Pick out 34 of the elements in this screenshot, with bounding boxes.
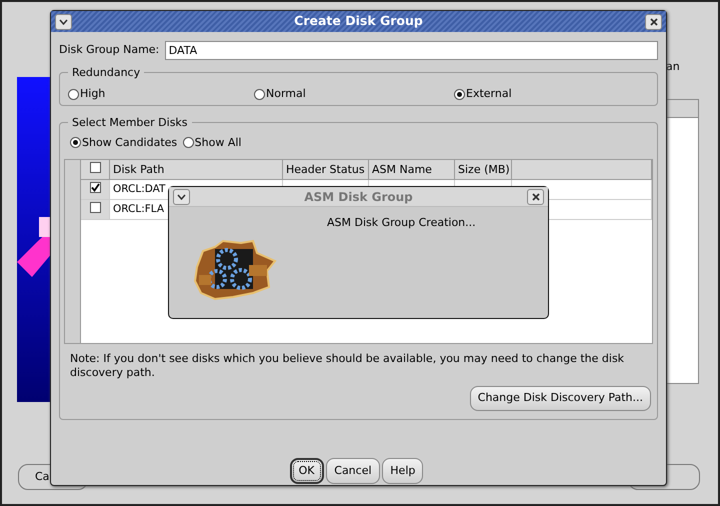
gears-icon — [193, 237, 277, 301]
radio-button[interactable] — [68, 88, 79, 100]
menu-icon[interactable] — [55, 14, 72, 30]
column-header[interactable]: Size (MB) — [455, 160, 512, 180]
field-label: Disk Group Name: — [59, 42, 160, 58]
radio-label[interactable]: External — [466, 86, 512, 102]
radio-button[interactable] — [254, 88, 265, 100]
dialog-button[interactable]: Help — [382, 458, 424, 484]
text-field[interactable]: DATA — [164, 41, 658, 60]
progress-message: ASM Disk Group Creation... — [327, 215, 476, 231]
radio-button[interactable] — [182, 137, 194, 148]
dialog-button[interactable]: OK — [290, 458, 324, 484]
close-icon[interactable] — [645, 14, 662, 30]
note-text: Note: If you don't see disks which you believe should be available, you may need to change the disk discovery path. — [70, 352, 626, 380]
column-header[interactable]: Header Status — [283, 160, 369, 180]
dialog-title: Create Disk Group — [293, 12, 424, 30]
column-header[interactable]: Disk Path — [110, 160, 283, 180]
group-title: Redundancy — [68, 65, 144, 82]
radio-button[interactable] — [70, 137, 81, 148]
checkbox[interactable] — [90, 182, 100, 193]
checkbox[interactable] — [90, 202, 100, 213]
radio-label[interactable]: High — [80, 86, 106, 102]
menu-icon[interactable] — [173, 188, 190, 204]
close-icon[interactable] — [527, 188, 544, 204]
radio-button[interactable] — [454, 88, 465, 100]
dialog-title: ASM Disk Group — [303, 188, 414, 206]
column-header[interactable]: ASM Name — [369, 160, 455, 180]
dialog-button[interactable]: Cancel — [326, 458, 380, 484]
radio-label[interactable]: Show All — [194, 134, 242, 151]
checkbox[interactable] — [90, 162, 100, 173]
radio-label[interactable]: Normal — [266, 86, 306, 102]
field-label: an — [666, 59, 680, 75]
radio-label[interactable]: Show Candidates — [82, 134, 178, 151]
discovery-path-button[interactable]: Change Disk Discovery Path... — [470, 386, 651, 410]
